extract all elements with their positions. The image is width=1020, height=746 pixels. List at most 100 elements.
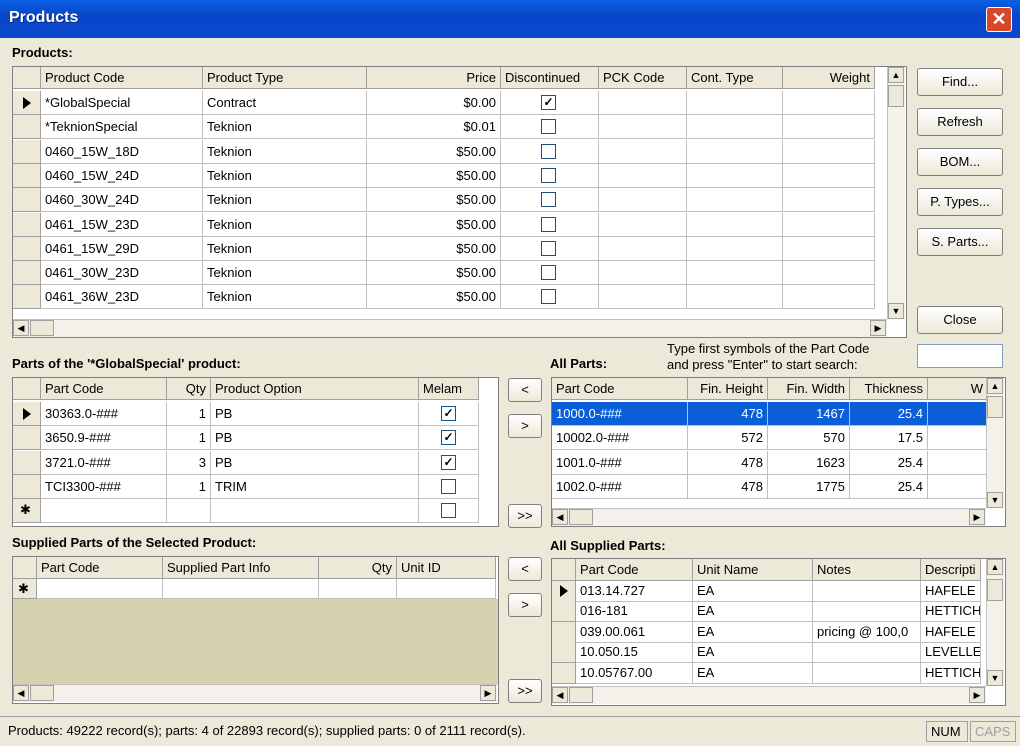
add-part-button[interactable]: > bbox=[508, 414, 542, 438]
scroll-down-button[interactable]: ▼ bbox=[987, 670, 1003, 686]
row-selector[interactable] bbox=[552, 642, 576, 664]
discontinued-checkbox[interactable] bbox=[541, 119, 556, 135]
table-cell[interactable] bbox=[599, 115, 687, 140]
close-button[interactable]: Close bbox=[917, 306, 1003, 334]
part-code-search-input[interactable] bbox=[917, 344, 1003, 368]
table-cell[interactable] bbox=[783, 188, 875, 213]
table-cell[interactable]: pricing @ 100,0 bbox=[813, 621, 921, 643]
table-cell[interactable]: $0.00 bbox=[367, 91, 501, 115]
vertical-scrollbar[interactable]: ▲ ▼ bbox=[887, 67, 905, 319]
table-cell[interactable] bbox=[783, 236, 875, 261]
discontinued-checkbox[interactable]: ✓ bbox=[541, 95, 556, 110]
add-supplied-button[interactable]: > bbox=[508, 593, 542, 617]
column-header[interactable]: Part Code bbox=[576, 559, 693, 581]
table-cell[interactable]: HETTICH bbox=[921, 601, 981, 623]
vertical-scrollbar[interactable]: ▲ ▼ bbox=[986, 559, 1004, 686]
table-cell[interactable]: 016-181 bbox=[576, 601, 693, 623]
table-cell[interactable] bbox=[687, 115, 783, 140]
table-cell[interactable] bbox=[687, 285, 783, 310]
table-cell[interactable] bbox=[783, 91, 875, 115]
row-selector[interactable] bbox=[13, 188, 41, 213]
table-cell[interactable] bbox=[783, 261, 875, 286]
table-cell[interactable] bbox=[41, 499, 167, 524]
discontinued-cell[interactable] bbox=[501, 285, 599, 310]
table-cell[interactable] bbox=[813, 581, 921, 602]
row-selector[interactable] bbox=[13, 402, 41, 426]
table-cell[interactable] bbox=[783, 212, 875, 237]
table-cell[interactable]: Teknion bbox=[203, 163, 367, 188]
horizontal-scrollbar[interactable]: ◀ ▶ bbox=[552, 508, 986, 526]
column-header[interactable]: Product Code bbox=[41, 67, 203, 89]
products-grid[interactable]: Product Code Product Type Price Discontinue… bbox=[12, 66, 907, 338]
column-header[interactable]: Unit Name bbox=[693, 559, 813, 581]
discontinued-cell[interactable] bbox=[501, 115, 599, 140]
scroll-down-button[interactable]: ▼ bbox=[888, 303, 904, 319]
column-header[interactable]: Weight bbox=[783, 67, 875, 89]
column-header[interactable]: Product Type bbox=[203, 67, 367, 89]
table-cell[interactable] bbox=[928, 402, 988, 426]
scrollbar-thumb[interactable] bbox=[987, 396, 1003, 418]
discontinued-cell[interactable] bbox=[501, 261, 599, 286]
scroll-right-button[interactable]: ▶ bbox=[969, 509, 985, 525]
row-selector[interactable] bbox=[13, 285, 41, 310]
row-selector[interactable] bbox=[13, 212, 41, 237]
table-cell[interactable]: EA bbox=[693, 621, 813, 643]
title-bar[interactable]: Products ✕ bbox=[0, 0, 1020, 38]
table-cell[interactable]: 478 bbox=[688, 402, 768, 426]
table-cell[interactable]: 25.4 bbox=[850, 474, 928, 499]
column-header[interactable]: Product Option bbox=[211, 378, 419, 400]
bom-button[interactable]: BOM... bbox=[917, 148, 1003, 176]
table-cell[interactable]: 0461_15W_23D bbox=[41, 212, 203, 237]
column-header[interactable]: Qty bbox=[319, 557, 397, 579]
table-cell[interactable] bbox=[813, 642, 921, 664]
table-cell[interactable]: 0460_15W_18D bbox=[41, 139, 203, 164]
table-cell[interactable]: 0461_30W_23D bbox=[41, 261, 203, 286]
table-cell[interactable] bbox=[687, 139, 783, 164]
row-selector[interactable] bbox=[13, 426, 41, 451]
all-parts-grid[interactable]: Part Code Fin. Height Fin. Width Thickness W… bbox=[551, 377, 1006, 527]
scroll-right-button[interactable]: ▶ bbox=[870, 320, 886, 336]
melam-cell[interactable]: ✓ bbox=[419, 426, 479, 451]
table-cell[interactable] bbox=[599, 285, 687, 310]
table-cell[interactable] bbox=[783, 115, 875, 140]
table-cell[interactable]: 25.4 bbox=[850, 450, 928, 475]
table-cell[interactable] bbox=[813, 601, 921, 623]
table-cell[interactable]: 1 bbox=[167, 426, 211, 451]
column-header[interactable]: Part Code bbox=[552, 378, 688, 400]
melam-checkbox[interactable] bbox=[441, 478, 456, 494]
column-header[interactable]: Notes bbox=[813, 559, 921, 581]
table-cell[interactable]: 478 bbox=[688, 474, 768, 499]
melam-cell[interactable] bbox=[419, 499, 479, 524]
scroll-down-button[interactable]: ▼ bbox=[987, 492, 1003, 508]
find-button[interactable]: Find... bbox=[917, 68, 1003, 96]
table-cell[interactable]: PB bbox=[211, 450, 419, 475]
table-cell[interactable]: Contract bbox=[203, 91, 367, 115]
close-window-button[interactable]: ✕ bbox=[986, 7, 1012, 32]
table-cell[interactable]: 0461_36W_23D bbox=[41, 285, 203, 310]
melam-checkbox[interactable]: ✓ bbox=[441, 406, 456, 421]
column-header[interactable]: Fin. Height bbox=[688, 378, 768, 400]
row-selector[interactable] bbox=[13, 163, 41, 188]
table-cell[interactable]: 10.050.15 bbox=[576, 642, 693, 664]
row-selector[interactable] bbox=[13, 91, 41, 115]
column-header[interactable]: Part Code bbox=[41, 378, 167, 400]
discontinued-checkbox[interactable] bbox=[541, 216, 556, 232]
table-cell[interactable]: 570 bbox=[768, 426, 850, 451]
discontinued-cell[interactable] bbox=[501, 212, 599, 237]
table-cell[interactable]: 25.4 bbox=[850, 402, 928, 426]
melam-cell[interactable] bbox=[419, 474, 479, 499]
table-cell[interactable] bbox=[599, 91, 687, 115]
discontinued-checkbox[interactable] bbox=[541, 143, 556, 159]
table-cell[interactable]: 0461_15W_29D bbox=[41, 236, 203, 261]
table-cell[interactable]: EA bbox=[693, 642, 813, 664]
table-cell[interactable]: EA bbox=[693, 581, 813, 602]
table-cell[interactable]: TRIM bbox=[211, 474, 419, 499]
table-cell[interactable]: $50.00 bbox=[367, 212, 501, 237]
table-cell[interactable]: 1 bbox=[167, 402, 211, 426]
table-cell[interactable]: *TeknionSpecial bbox=[41, 115, 203, 140]
discontinued-checkbox[interactable] bbox=[541, 240, 556, 256]
table-cell[interactable] bbox=[599, 188, 687, 213]
table-cell[interactable]: 0460_30W_24D bbox=[41, 188, 203, 213]
table-cell[interactable]: Teknion bbox=[203, 188, 367, 213]
discontinued-cell[interactable] bbox=[501, 139, 599, 164]
